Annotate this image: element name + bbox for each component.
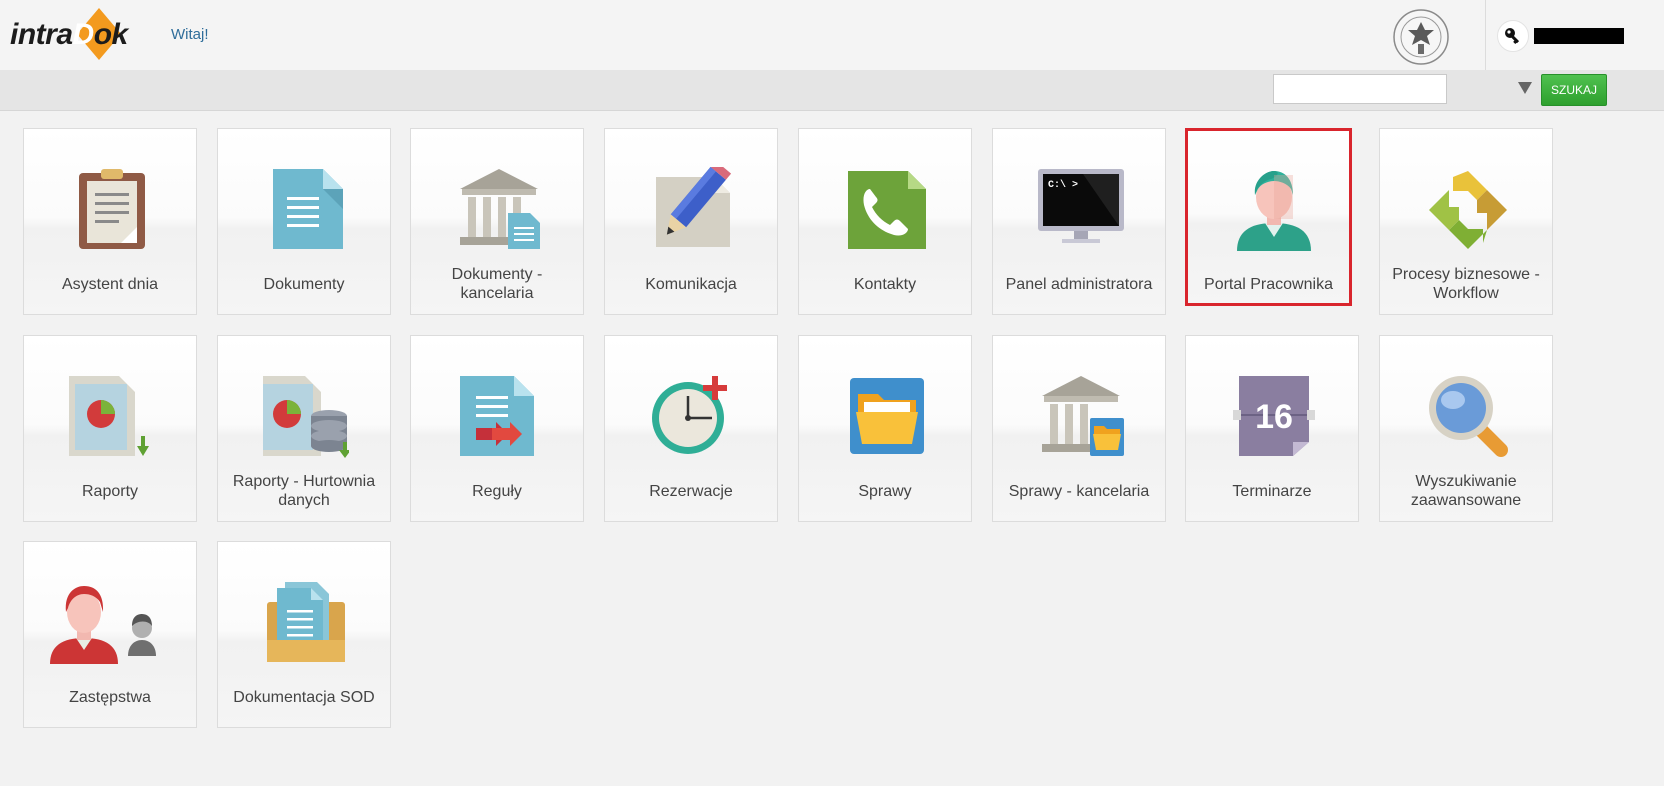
tile-label: Wyszukiwanie zaawansowane (1410, 473, 1522, 509)
tile-portal-pracownika[interactable]: Portal Pracownika (1185, 128, 1352, 306)
username-redacted (1534, 28, 1624, 44)
tile-sprawy[interactable]: Sprawy (798, 335, 972, 522)
login-button[interactable] (1497, 20, 1529, 52)
header-divider (1485, 0, 1486, 70)
bank-folder-icon (1042, 376, 1124, 456)
tile-kontakty[interactable]: Kontakty (798, 128, 972, 315)
tile-label: Terminarze (1232, 482, 1312, 500)
bank-document-icon (460, 169, 540, 249)
report-chart-icon (69, 376, 149, 456)
tile-label: Sprawy (858, 482, 912, 500)
tile-label: Dokumenty (263, 275, 345, 293)
tile-label: Procesy biznesowe - Workflow (1392, 266, 1540, 302)
tile-procesy-biznesowe-workflow[interactable]: Procesy biznesowe - Workflow (1379, 128, 1553, 315)
tile-label: Zastępstwa (69, 688, 151, 706)
tile-wyszukiwanie-zaawansowane[interactable]: Wyszukiwanie zaawansowane (1379, 335, 1553, 522)
report-database-icon (263, 376, 349, 458)
search-button[interactable]: SZUKAJ (1541, 74, 1607, 106)
tile-label: Raporty - Hurtownia danych (232, 473, 376, 509)
tile-raporty[interactable]: Raporty (23, 335, 197, 522)
tile-label: Dokumentacja SOD (233, 688, 375, 706)
tile-dokumentacja-sod[interactable]: Dokumentacja SOD (217, 541, 391, 728)
tile-terminarze[interactable]: 16 Terminarze (1185, 335, 1359, 522)
filter-dropdown-icon[interactable] (1518, 82, 1532, 94)
clipboard-icon (79, 169, 145, 249)
key-icon (1505, 28, 1520, 44)
tile-label: Panel administratora (1005, 275, 1153, 293)
document-archive-icon (267, 582, 345, 662)
folder-icon (850, 378, 924, 454)
workflow-arrows-icon (1429, 171, 1507, 249)
tile-label: Sprawy - kancelaria (1008, 482, 1150, 500)
tile-rezerwacje[interactable]: Rezerwacje (604, 335, 778, 522)
tile-label: Portal Pracownika (1204, 275, 1333, 293)
search-toolbar: SZUKAJ (0, 70, 1664, 111)
tile-zastepstwa[interactable]: Zastępstwa (23, 541, 197, 728)
pencil-note-icon (656, 167, 732, 247)
tile-reguly[interactable]: Reguły (410, 335, 584, 522)
calendar-day-number: 16 (1255, 398, 1293, 436)
tile-sprawy-kancelaria[interactable]: Sprawy - kancelaria (992, 335, 1166, 522)
tile-label: Raporty (81, 482, 139, 500)
document-icon (273, 169, 343, 249)
university-emblem-icon (1393, 9, 1449, 65)
clock-add-icon (652, 376, 727, 454)
phone-icon (848, 171, 926, 249)
logo-text-intra: intra (10, 18, 73, 51)
tile-raporty-hurtownia-danych[interactable]: Raporty - Hurtownia danych (217, 335, 391, 522)
rules-document-icon (460, 376, 534, 456)
magnifier-icon (1429, 376, 1508, 457)
employee-icon (1237, 171, 1311, 251)
logo-text-ok: ok (93, 18, 129, 51)
tile-label: Reguły (472, 482, 522, 500)
tile-label: Asystent dnia (61, 275, 159, 293)
tile-label: Dokumenty - kancelaria (451, 266, 543, 302)
tile-label: Rezerwacje (649, 482, 733, 500)
logo-text-d: D (72, 18, 95, 51)
tile-dokumenty[interactable]: Dokumenty (217, 128, 391, 315)
header: intraDok Witaj! (0, 0, 1664, 70)
tile-panel-administratora[interactable]: C:\ > Panel administratora (992, 128, 1166, 315)
tile-label: Kontakty (853, 275, 917, 293)
substitute-users-icon (50, 586, 156, 664)
welcome-link[interactable]: Witaj! (171, 26, 209, 43)
calendar-icon: 16 (1233, 376, 1315, 456)
monitor-console-icon: C:\ > (1038, 169, 1124, 243)
tile-komunikacja[interactable]: Komunikacja (604, 128, 778, 315)
tile-dokumenty-kancelaria[interactable]: Dokumenty - kancelaria (410, 128, 584, 315)
svg-text:C:\ >: C:\ > (1048, 179, 1078, 191)
tile-asystent-dnia[interactable]: Asystent dnia (23, 128, 197, 315)
search-input[interactable] (1273, 74, 1447, 104)
intradok-logo[interactable]: intraDok (10, 6, 150, 64)
tile-label: Komunikacja (645, 275, 737, 293)
